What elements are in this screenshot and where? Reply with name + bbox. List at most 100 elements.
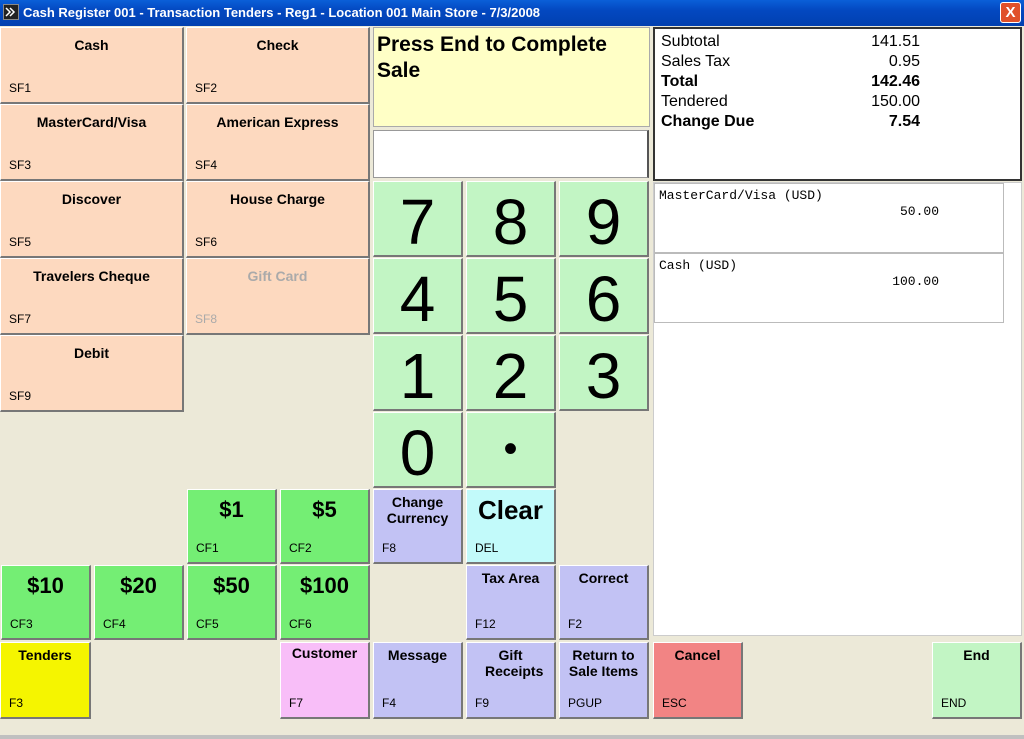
cash-100-button[interactable]: $100 CF6 [280, 565, 370, 640]
tender-mastercard-visa-button[interactable]: MasterCard/Visa SF3 [0, 104, 184, 181]
customer-button[interactable]: Customer F7 [280, 642, 370, 719]
shortcut-key: F12 [475, 617, 496, 631]
keypad-0-button[interactable]: 0 [373, 412, 463, 488]
subtotal-label: Subtotal [661, 33, 720, 50]
cash-register-window: Cash Register 001 - Transaction Tenders … [0, 0, 1024, 739]
shortcut-key: F8 [382, 541, 397, 555]
shortcut-key: F2 [568, 617, 583, 631]
button-label: $5 [312, 497, 337, 522]
digit-label: 0 [399, 417, 436, 488]
tendered-label: Tendered [661, 93, 728, 110]
change-due-value: 7.54 [888, 113, 920, 130]
tender-name: MasterCard/Visa (USD) [659, 188, 823, 203]
shortcut-key: CF4 [103, 617, 126, 631]
tender-house-charge-button[interactable]: House Charge SF6 [186, 181, 370, 258]
shortcut-key: CF1 [196, 541, 219, 555]
keypad-8-button[interactable]: 8 [466, 181, 556, 257]
amount-entry-field[interactable] [373, 130, 649, 178]
button-label: American Express [216, 114, 339, 130]
keypad-1-button[interactable]: 1 [373, 335, 463, 411]
button-label: MasterCard/Visa [36, 114, 147, 130]
tender-discover-button[interactable]: Discover SF5 [0, 181, 184, 258]
keypad-7-button[interactable]: 7 [373, 181, 463, 257]
cancel-button[interactable]: Cancel ESC [653, 642, 743, 719]
shortcut-key: END [941, 696, 967, 710]
keypad-5-button[interactable]: 5 [466, 258, 556, 334]
digit-label: 5 [492, 263, 529, 334]
tender-check-button[interactable]: Check SF2 [186, 27, 370, 104]
shortcut-key: CF3 [10, 617, 33, 631]
shortcut-key: ESC [662, 696, 687, 710]
keypad-6-button[interactable]: 6 [559, 258, 649, 334]
digit-label: 3 [585, 340, 622, 411]
keypad-2-button[interactable]: 2 [466, 335, 556, 411]
clear-button[interactable]: Clear DEL [466, 489, 556, 564]
keypad-decimal-button[interactable]: • [466, 412, 556, 488]
button-label: $1 [219, 497, 244, 522]
digit-label: 6 [585, 263, 622, 334]
close-icon[interactable]: X [1000, 2, 1021, 23]
button-label: Cancel [674, 647, 721, 663]
tender-american-express-button[interactable]: American Express SF4 [186, 104, 370, 181]
end-button[interactable]: End END [932, 642, 1022, 719]
keypad-4-button[interactable]: 4 [373, 258, 463, 334]
shortcut-key: DEL [475, 541, 499, 555]
shortcut-key: SF2 [195, 81, 218, 95]
tender-debit-button[interactable]: Debit SF9 [0, 335, 184, 412]
keypad-3-button[interactable]: 3 [559, 335, 649, 411]
tender-gift-card-button[interactable]: Gift Card SF8 [186, 258, 370, 335]
shortcut-key: PGUP [568, 696, 603, 710]
tender-travelers-cheque-button[interactable]: Travelers Cheque SF7 [0, 258, 184, 335]
digit-label: 4 [399, 263, 436, 334]
button-label: Tax Area [481, 570, 540, 586]
shortcut-key: F4 [382, 696, 397, 710]
cash-50-button[interactable]: $50 CF5 [187, 565, 277, 640]
cash-10-button[interactable]: $10 CF3 [1, 565, 91, 640]
list-item[interactable]: MasterCard/Visa (USD) 50.00 [654, 183, 1004, 253]
button-label: House Charge [230, 191, 325, 207]
button-label: Cash [74, 37, 109, 53]
change-currency-button[interactable]: Change Currency F8 [373, 489, 463, 564]
button-label: Message [387, 647, 448, 663]
digit-label: 9 [585, 186, 622, 257]
total-value: 142.46 [871, 73, 920, 90]
subtotal-row: Subtotal 141.51 [659, 32, 1016, 52]
button-label: Discover [61, 191, 122, 207]
return-to-sale-items-button[interactable]: Return to Sale Items PGUP [559, 642, 649, 719]
button-label: Travelers Cheque [33, 268, 150, 284]
cash-1-button[interactable]: $1 CF1 [187, 489, 277, 564]
cash-20-button[interactable]: $20 CF4 [94, 565, 184, 640]
shortcut-key: CF2 [289, 541, 312, 555]
cash-5-button[interactable]: $5 CF2 [280, 489, 370, 564]
digit-label: 8 [492, 186, 529, 257]
app-icon [3, 4, 19, 20]
sales-tax-value: 0.95 [888, 53, 920, 70]
subtotal-value: 141.51 [871, 33, 920, 50]
decimal-label: • [503, 427, 518, 471]
button-label: $10 [27, 573, 64, 598]
tenders-button[interactable]: Tenders F3 [0, 642, 91, 719]
shortcut-key: F9 [475, 696, 490, 710]
button-label: Correct [578, 570, 629, 586]
message-button[interactable]: Message F4 [373, 642, 463, 719]
tax-area-button[interactable]: Tax Area F12 [466, 565, 556, 640]
button-label: $50 [213, 573, 250, 598]
tender-name: Cash (USD) [659, 258, 738, 273]
button-label: Debit [74, 345, 109, 361]
shortcut-key: SF5 [9, 235, 32, 249]
shortcut-key: F7 [289, 696, 304, 710]
change-due-row: Change Due 7.54 [659, 112, 1016, 132]
sales-tax-row: Sales Tax 0.95 [659, 52, 1016, 72]
tender-cash-button[interactable]: Cash SF1 [0, 27, 184, 104]
list-item[interactable]: Cash (USD) 100.00 [654, 253, 1004, 323]
button-label: Change Currency [386, 494, 449, 526]
title-bar: Cash Register 001 - Transaction Tenders … [0, 0, 1024, 26]
correct-button[interactable]: Correct F2 [559, 565, 649, 640]
gift-receipts-button[interactable]: Gift Receipts F9 [466, 642, 556, 719]
tender-amount: 50.00 [899, 204, 939, 219]
button-label: Check [256, 37, 299, 53]
tendered-value: 150.00 [871, 93, 920, 110]
keypad-9-button[interactable]: 9 [559, 181, 649, 257]
shortcut-key: SF9 [9, 389, 32, 403]
button-label: $20 [120, 573, 157, 598]
